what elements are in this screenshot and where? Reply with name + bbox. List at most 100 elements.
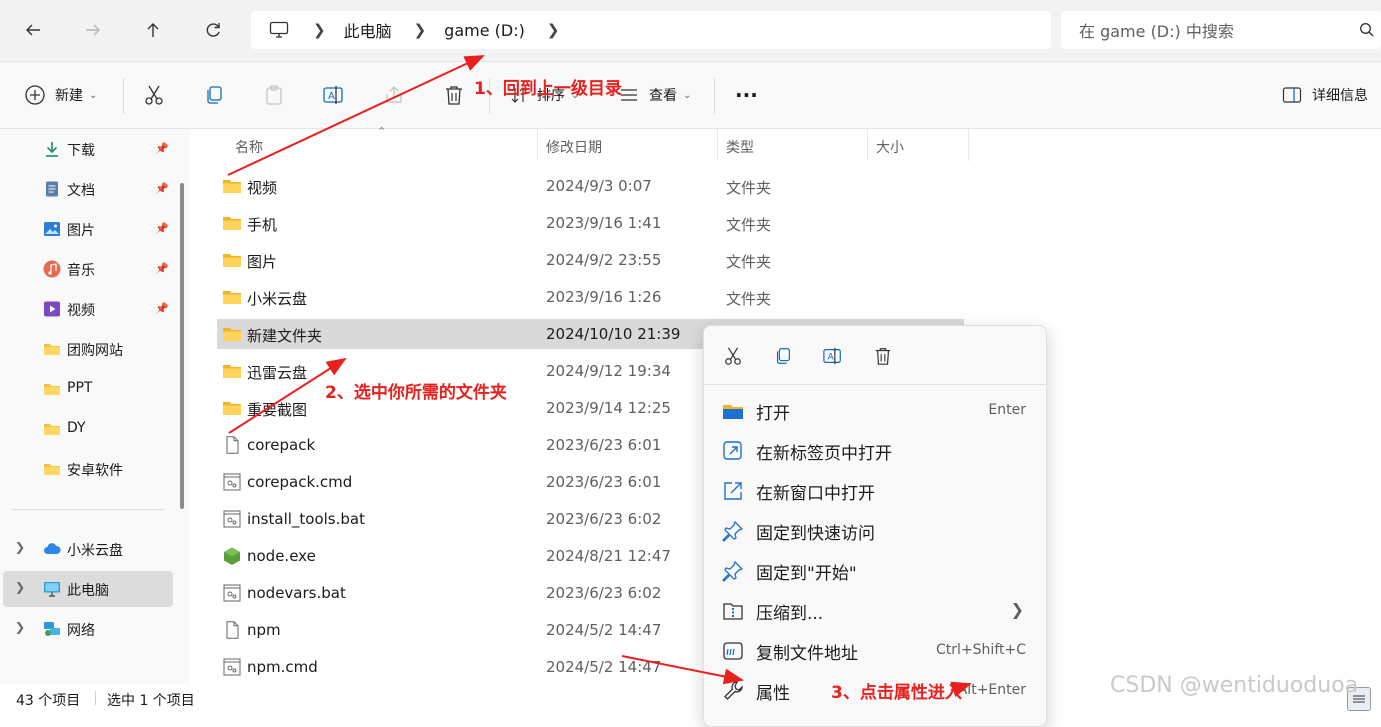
chevron-right-icon[interactable]: ❯ [313, 21, 326, 39]
sidebar-item-videos[interactable]: 视频 📌 [0, 291, 176, 327]
column-divider[interactable] [537, 129, 538, 161]
sidebar-item-label: PPT [67, 380, 93, 396]
file-name: npm.cmd [247, 658, 318, 676]
menu-item-copy-path[interactable]: 复制文件地址 Ctrl+Shift+C [704, 632, 1046, 668]
file-row[interactable]: 手机 2023/9/16 1:41 文件夹 [217, 208, 964, 238]
sidebar-item-downloads[interactable]: 下载 📌 [0, 131, 176, 167]
chevron-right-icon[interactable]: ❯ [414, 21, 427, 39]
share-button[interactable] [381, 82, 407, 108]
back-button[interactable] [17, 14, 49, 46]
menu-item-open-new-tab[interactable]: 在新标签页中打开 [704, 432, 1046, 468]
trash-icon [875, 348, 891, 365]
search-placeholder: 在 game (D:) 中搜索 [1079, 22, 1234, 41]
file-icon [226, 621, 239, 639]
column-header-date[interactable]: 修改日期 [546, 137, 602, 157]
pin-icon[interactable]: 📌 [155, 302, 169, 315]
column-header-type[interactable]: 类型 [726, 137, 754, 157]
column-divider[interactable] [968, 129, 969, 161]
sidebar-item-label: 网络 [67, 623, 95, 639]
chevron-right-icon[interactable]: ❯ [15, 540, 25, 554]
new-tab-icon [723, 441, 742, 460]
menu-item-pin-start[interactable]: 固定到"开始" [704, 552, 1046, 588]
sidebar-scrollbar[interactable] [180, 183, 184, 509]
sidebar-item-xiaomi-cloud[interactable]: ❯ 小米云盘 [0, 531, 176, 567]
breadcrumb-this-pc[interactable]: 此电脑 [344, 18, 392, 42]
delete-button[interactable] [441, 82, 467, 108]
breadcrumb-game-drive[interactable]: game (D:) [444, 21, 525, 40]
new-button[interactable]: 新建 ⌄ [24, 82, 97, 108]
sidebar-item-ppt[interactable]: PPT [0, 371, 176, 407]
pin-icon[interactable]: 📌 [155, 142, 169, 155]
document-icon [46, 181, 58, 197]
column-divider[interactable] [867, 129, 868, 161]
folder-icon [223, 402, 241, 415]
cloud-icon [44, 543, 61, 554]
arrow-right-icon [86, 24, 100, 36]
file-row[interactable]: 视频 2024/9/3 0:07 文件夹 [217, 171, 964, 201]
pin-icon[interactable]: 📌 [155, 222, 169, 235]
column-header-size[interactable]: 大小 [876, 137, 904, 157]
menu-item-open[interactable]: 打开 Enter [704, 392, 1046, 428]
menu-item-compress[interactable]: 压缩到... ❯ [704, 592, 1046, 628]
forward-button[interactable] [77, 14, 109, 46]
folder-icon [223, 291, 241, 304]
sidebar-item-dy[interactable]: DY [0, 411, 176, 447]
cut-button[interactable] [141, 82, 167, 108]
search-icon [1360, 23, 1374, 37]
ctx-delete-button[interactable] [871, 344, 895, 368]
arrow-left-icon [26, 24, 40, 36]
pin-icon[interactable]: 📌 [155, 182, 169, 195]
ctx-rename-button[interactable]: A [821, 344, 845, 368]
view-button[interactable]: 查看 ⌄ [619, 82, 691, 108]
refresh-button[interactable] [197, 14, 229, 46]
file-type: 文件夹 [726, 290, 772, 308]
trash-icon [446, 86, 462, 105]
node-icon [224, 547, 240, 565]
copy-icon [776, 348, 790, 364]
rename-button[interactable]: A [321, 82, 347, 108]
search-box[interactable]: 在 game (D:) 中搜索 [1061, 11, 1381, 49]
ctx-copy-button[interactable] [771, 344, 795, 368]
copy-button[interactable] [201, 82, 227, 108]
sidebar-item-android-apps[interactable]: 安卓软件 [0, 451, 176, 487]
toolbar-divider [123, 78, 124, 114]
paste-button[interactable] [261, 82, 287, 108]
file-name: 手机 [247, 216, 278, 234]
refresh-icon [206, 23, 220, 37]
scissors-icon [145, 85, 163, 105]
file-row[interactable]: 小米云盘 2023/9/16 1:26 文件夹 [217, 282, 964, 312]
pin-icon[interactable]: 📌 [155, 262, 169, 275]
column-divider[interactable] [717, 129, 718, 161]
more-options-button[interactable]: ··· [735, 82, 758, 108]
item-count: 43 个项目 [16, 693, 81, 709]
sidebar-item-label: 文档 [67, 183, 95, 199]
file-date: 2024/5/2 14:47 [546, 658, 662, 676]
chevron-right-icon[interactable]: ❯ [547, 21, 560, 39]
file-name: 重要截图 [247, 401, 308, 419]
script-icon [223, 584, 241, 602]
menu-item-label: 压缩到... [756, 604, 824, 624]
address-bar[interactable]: ❯ 此电脑 ❯ game (D:) ❯ [251, 11, 1051, 49]
sidebar-item-group-buy[interactable]: 团购网站 [0, 331, 176, 367]
column-header-name[interactable]: 名称 [235, 137, 263, 157]
file-row[interactable]: 图片 2024/9/2 23:55 文件夹 [217, 245, 964, 275]
file-date: 2023/9/16 1:26 [546, 288, 662, 306]
sidebar-item-network[interactable]: ❯ 网络 [0, 611, 176, 647]
menu-item-label: 复制文件地址 [756, 644, 858, 664]
up-button[interactable] [137, 14, 169, 46]
chevron-right-icon[interactable]: ❯ [15, 620, 25, 634]
menu-item-open-new-window[interactable]: 在新窗口中打开 [704, 472, 1046, 508]
sidebar-item-music[interactable]: 音乐 📌 [0, 251, 176, 287]
new-window-icon [724, 482, 742, 500]
details-pane-button[interactable]: 详细信息 [1282, 82, 1368, 108]
ctx-cut-button[interactable] [721, 344, 745, 368]
svg-text:A: A [828, 353, 835, 363]
pin-start-icon [722, 560, 744, 582]
chevron-right-icon[interactable]: ❯ [15, 580, 25, 594]
script-icon [223, 510, 241, 528]
sidebar-item-documents[interactable]: 文档 📌 [0, 171, 176, 207]
menu-item-pin-quick-access[interactable]: 固定到快速访问 [704, 512, 1046, 548]
sidebar-item-this-pc[interactable]: ❯ 此电脑 [3, 571, 173, 607]
sidebar-item-label: 安卓软件 [67, 463, 123, 479]
sidebar-item-pictures[interactable]: 图片 📌 [0, 211, 176, 247]
